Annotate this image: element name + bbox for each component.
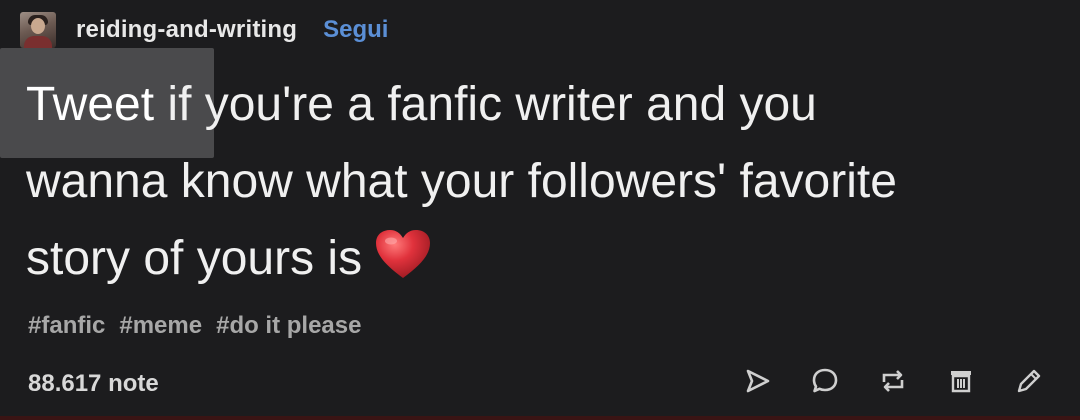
highlighted-word: Tweet xyxy=(26,78,155,131)
body-line-1-rest: if you're a fanfic writer and you xyxy=(154,78,817,131)
body-line-2: wanna know what your followers' favorite xyxy=(26,155,897,208)
tag-list: #fanfic #meme #do it please xyxy=(28,312,361,340)
reblog-icon[interactable] xyxy=(878,366,908,396)
post-body: Tweet if you're a fanfic writer and you w… xyxy=(26,66,1066,297)
share-icon[interactable] xyxy=(742,366,772,396)
post-header: reiding-and-writing Segui xyxy=(20,10,388,50)
avatar-shirt xyxy=(24,36,52,48)
delete-icon[interactable] xyxy=(946,366,976,396)
avatar[interactable] xyxy=(20,12,56,48)
bottom-edge xyxy=(0,416,1080,420)
username-link[interactable]: reiding-and-writing xyxy=(76,16,297,44)
reply-icon[interactable] xyxy=(810,366,840,396)
post-actions xyxy=(742,366,1044,396)
avatar-face xyxy=(31,18,45,34)
tag-fanfic[interactable]: #fanfic xyxy=(28,312,105,340)
tag-do-it-please[interactable]: #do it please xyxy=(216,312,361,340)
edit-icon[interactable] xyxy=(1014,366,1044,396)
tag-meme[interactable]: #meme xyxy=(119,312,202,340)
body-line-3: story of yours is xyxy=(26,232,363,285)
follow-button[interactable]: Segui xyxy=(323,16,388,44)
post-card: reiding-and-writing Segui Tweet if you'r… xyxy=(0,0,1080,420)
notes-count[interactable]: 88.617 note xyxy=(28,370,159,398)
red-heart-icon xyxy=(374,226,432,278)
